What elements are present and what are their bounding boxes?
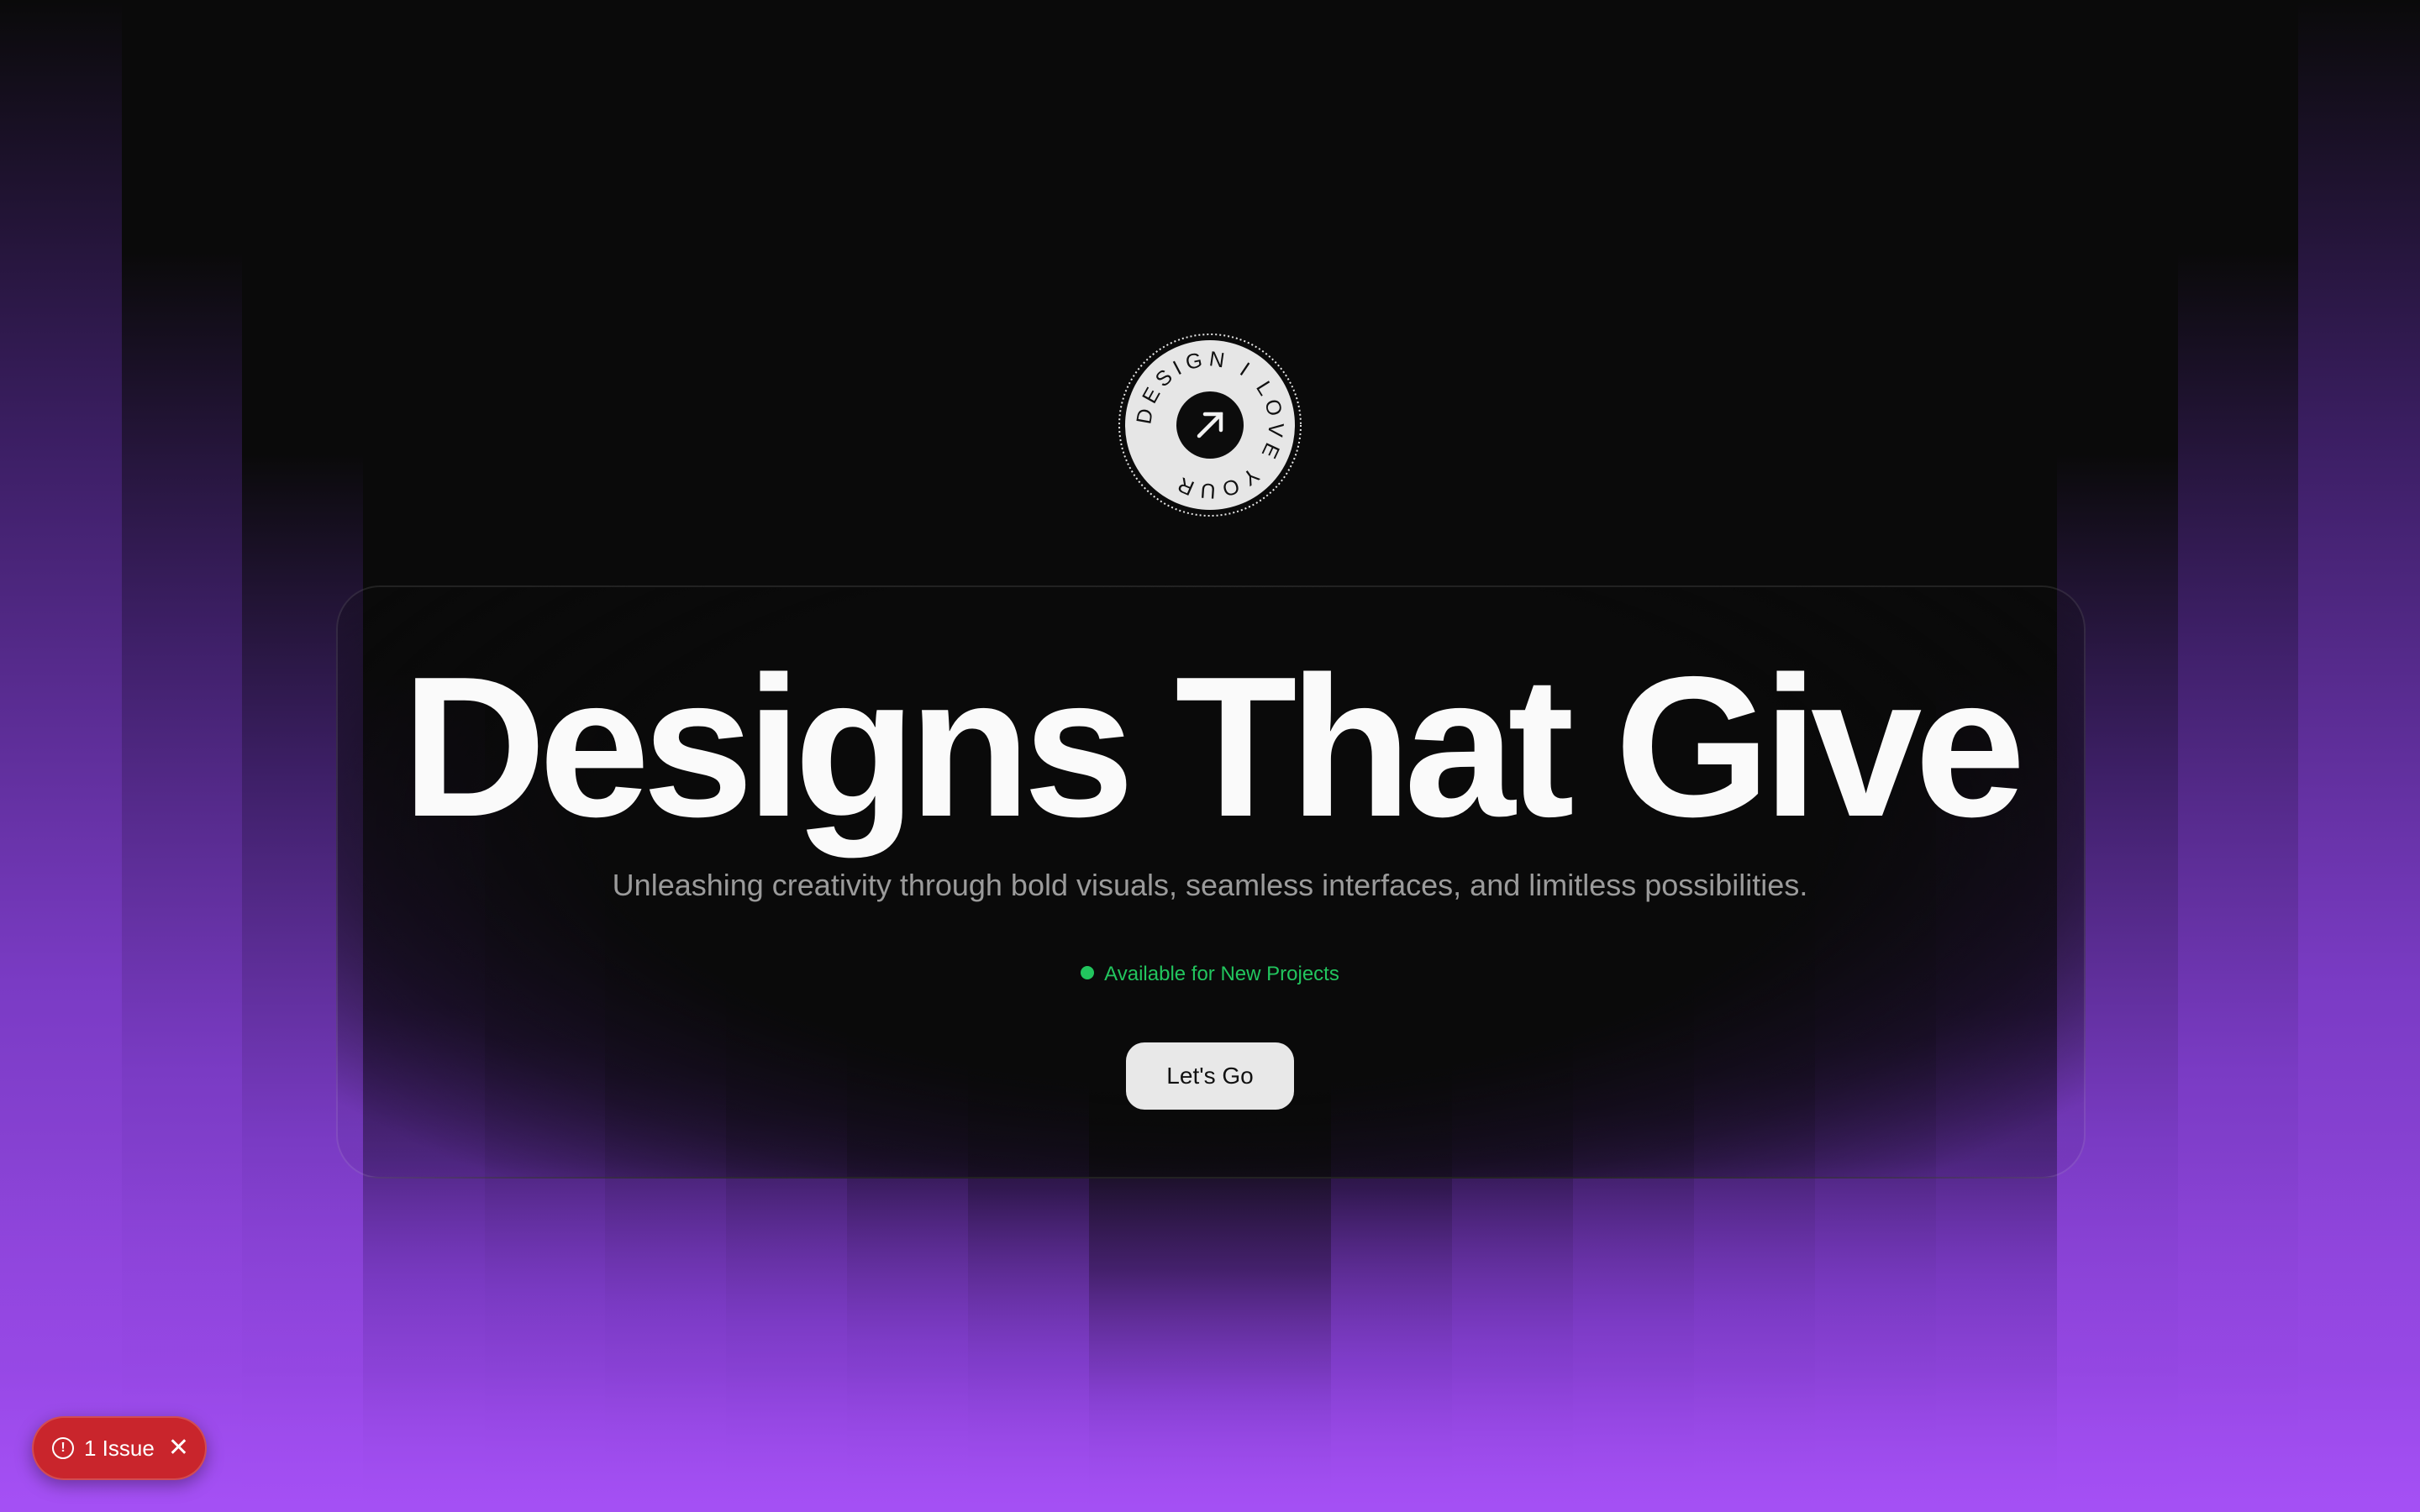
hero-subtitle: Unleashing creativity through bold visua… (612, 868, 1808, 902)
badge-graphic: DESIGN I LOVE YOUR (1118, 333, 1302, 517)
status-label: Available for New Projects (1104, 963, 1339, 985)
lets-go-button[interactable]: Let's Go (1126, 1042, 1294, 1110)
alert-circle-icon: ! (52, 1437, 74, 1459)
rotating-badge[interactable]: DESIGN I LOVE YOUR (1118, 333, 1302, 517)
issue-toast[interactable]: ! 1 Issue ✕ (32, 1416, 207, 1480)
hero-title: Designs That Give (402, 636, 2025, 858)
page: DESIGN I LOVE YOUR Designs That Give Unl… (0, 0, 2420, 1512)
issue-label: 1 Issue (84, 1435, 155, 1461)
availability-status: Available for New Projects (0, 959, 2420, 990)
close-icon[interactable]: ✕ (168, 1436, 189, 1461)
status-dot-icon (1081, 966, 1095, 979)
bottom-glow (0, 1159, 2420, 1512)
